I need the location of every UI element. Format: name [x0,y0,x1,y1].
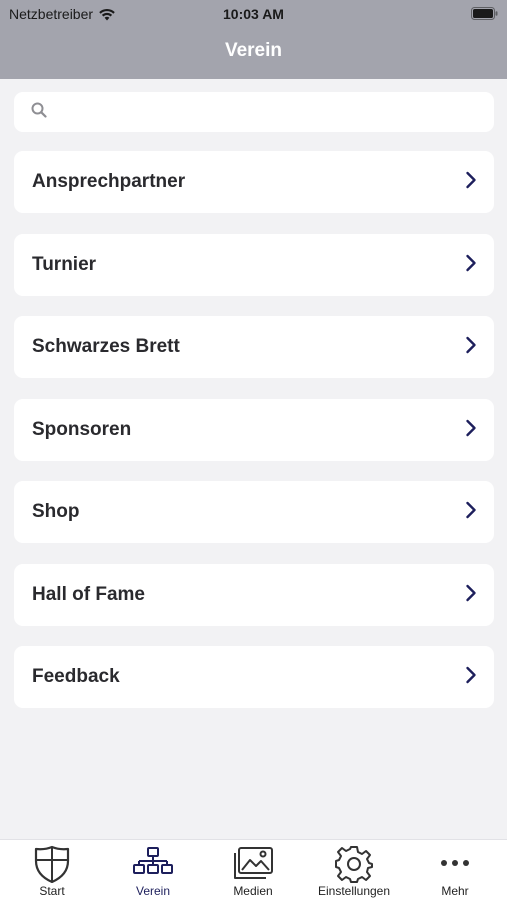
menu-item-label: Hall of Fame [32,584,145,605]
shield-icon [34,845,70,888]
status-time: 10:03 AM [223,6,284,22]
chevron-right-icon [465,336,477,359]
page-title: Verein [224,40,283,61]
org-chart-icon [133,845,173,886]
tab-start[interactable]: Start [2,840,102,900]
chevron-right-icon [465,584,477,607]
tab-label: Verein [135,884,171,898]
chevron-right-icon [465,254,477,277]
menu-item-label: Sponsoren [32,419,132,440]
tab-label: Einstellungen [317,884,391,898]
menu-item-feedback[interactable]: Feedback [14,646,494,708]
tab-bar: Start Verein Medien Einstellungen Mehr [0,839,507,900]
menu-item-label: Feedback [32,666,120,687]
battery-icon [471,7,498,20]
tab-label: Mehr [441,884,469,898]
search-input[interactable] [57,97,494,127]
menu-item-hall-of-fame[interactable]: Hall of Fame [14,564,494,626]
menu-item-label: Ansprechpartner [32,171,186,192]
menu-item-label: Shop [32,501,80,522]
tab-mehr[interactable]: Mehr [405,840,505,900]
menu-item-sponsoren[interactable]: Sponsoren [14,399,494,461]
gear-icon [334,845,374,888]
tab-label: Medien [233,884,273,898]
menu-item-label: Schwarzes Brett [32,336,180,357]
header: Netzbetreiber 10:03 AM Verein [0,0,507,79]
chevron-right-icon [465,171,477,194]
status-bar: Netzbetreiber 10:03 AM [0,0,507,28]
tab-medien[interactable]: Medien [203,840,303,900]
tab-einstellungen[interactable]: Einstellungen [304,840,404,900]
tab-verein[interactable]: Verein [103,840,203,900]
tab-label: Start [39,884,65,898]
images-icon [232,845,274,886]
menu-item-label: Turnier [32,254,97,275]
menu-item-ansprechpartner[interactable]: Ansprechpartner [14,151,494,213]
search-icon [31,102,47,123]
screen: Netzbetreiber 10:03 AM Verein Ansprechpa… [0,0,507,900]
menu-item-shop[interactable]: Shop [14,481,494,543]
search-bar[interactable] [14,92,494,132]
chevron-right-icon [465,501,477,524]
chevron-right-icon [465,666,477,689]
more-icon [439,845,471,886]
menu-item-turnier[interactable]: Turnier [14,234,494,296]
chevron-right-icon [465,419,477,442]
menu-item-schwarzes-brett[interactable]: Schwarzes Brett [14,316,494,378]
